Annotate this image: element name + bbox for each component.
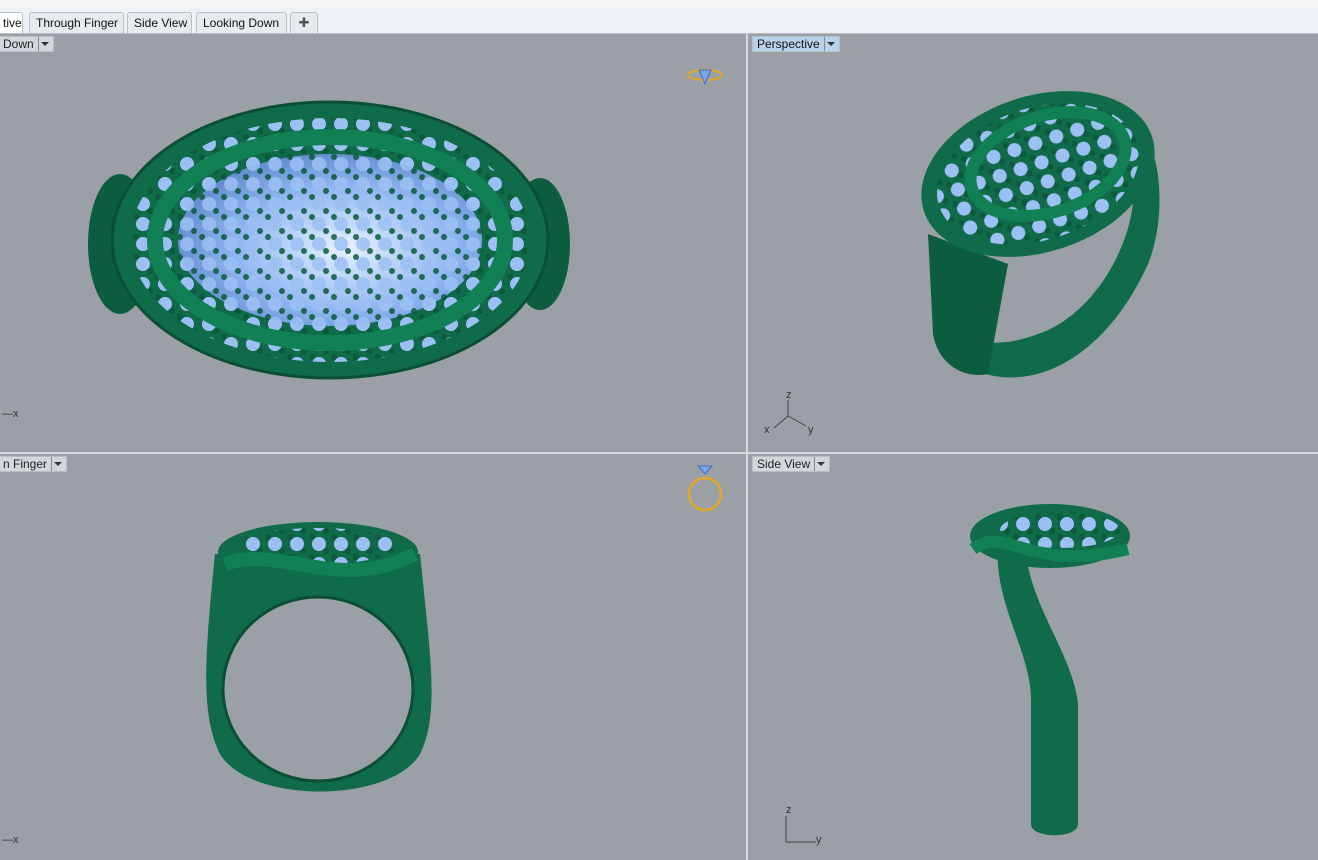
viewport-splitter-horizontal[interactable] (0, 452, 1318, 454)
view-orientation-icon (687, 465, 723, 512)
axis-gizmo (785, 816, 816, 843)
view-orientation-icon (687, 69, 723, 86)
viewport-splitter-vertical[interactable] (746, 34, 748, 860)
ring-side-view (969, 504, 1130, 836)
axis-indicator: —x (2, 834, 19, 846)
ring-top-view (88, 100, 570, 380)
ring-perspective-view (921, 91, 1160, 378)
viewport-through-finger[interactable]: n Finger —x (0, 454, 746, 860)
axis-indicator: —x (2, 408, 19, 420)
tab-looking-down[interactable]: Looking Down (196, 12, 287, 33)
tab-through-finger[interactable]: Through Finger (29, 12, 124, 33)
tab-perspective[interactable]: tive (0, 12, 23, 33)
viewport-looking-down[interactable]: Down —x (0, 34, 746, 452)
plus-icon: ✚ (298, 15, 310, 30)
axis-gizmo (773, 400, 807, 429)
toolbar-strip (0, 0, 1318, 8)
add-tab-button[interactable]: ✚ (290, 12, 318, 33)
tab-side-view[interactable]: Side View (127, 12, 192, 33)
ring-front-view (206, 522, 432, 792)
viewport-tab-bar: tive Through Finger Side View Looking Do… (0, 0, 1318, 34)
viewport-perspective[interactable]: Perspective z x y (748, 34, 1318, 452)
viewport-side-view[interactable]: Side View z y (748, 454, 1318, 860)
